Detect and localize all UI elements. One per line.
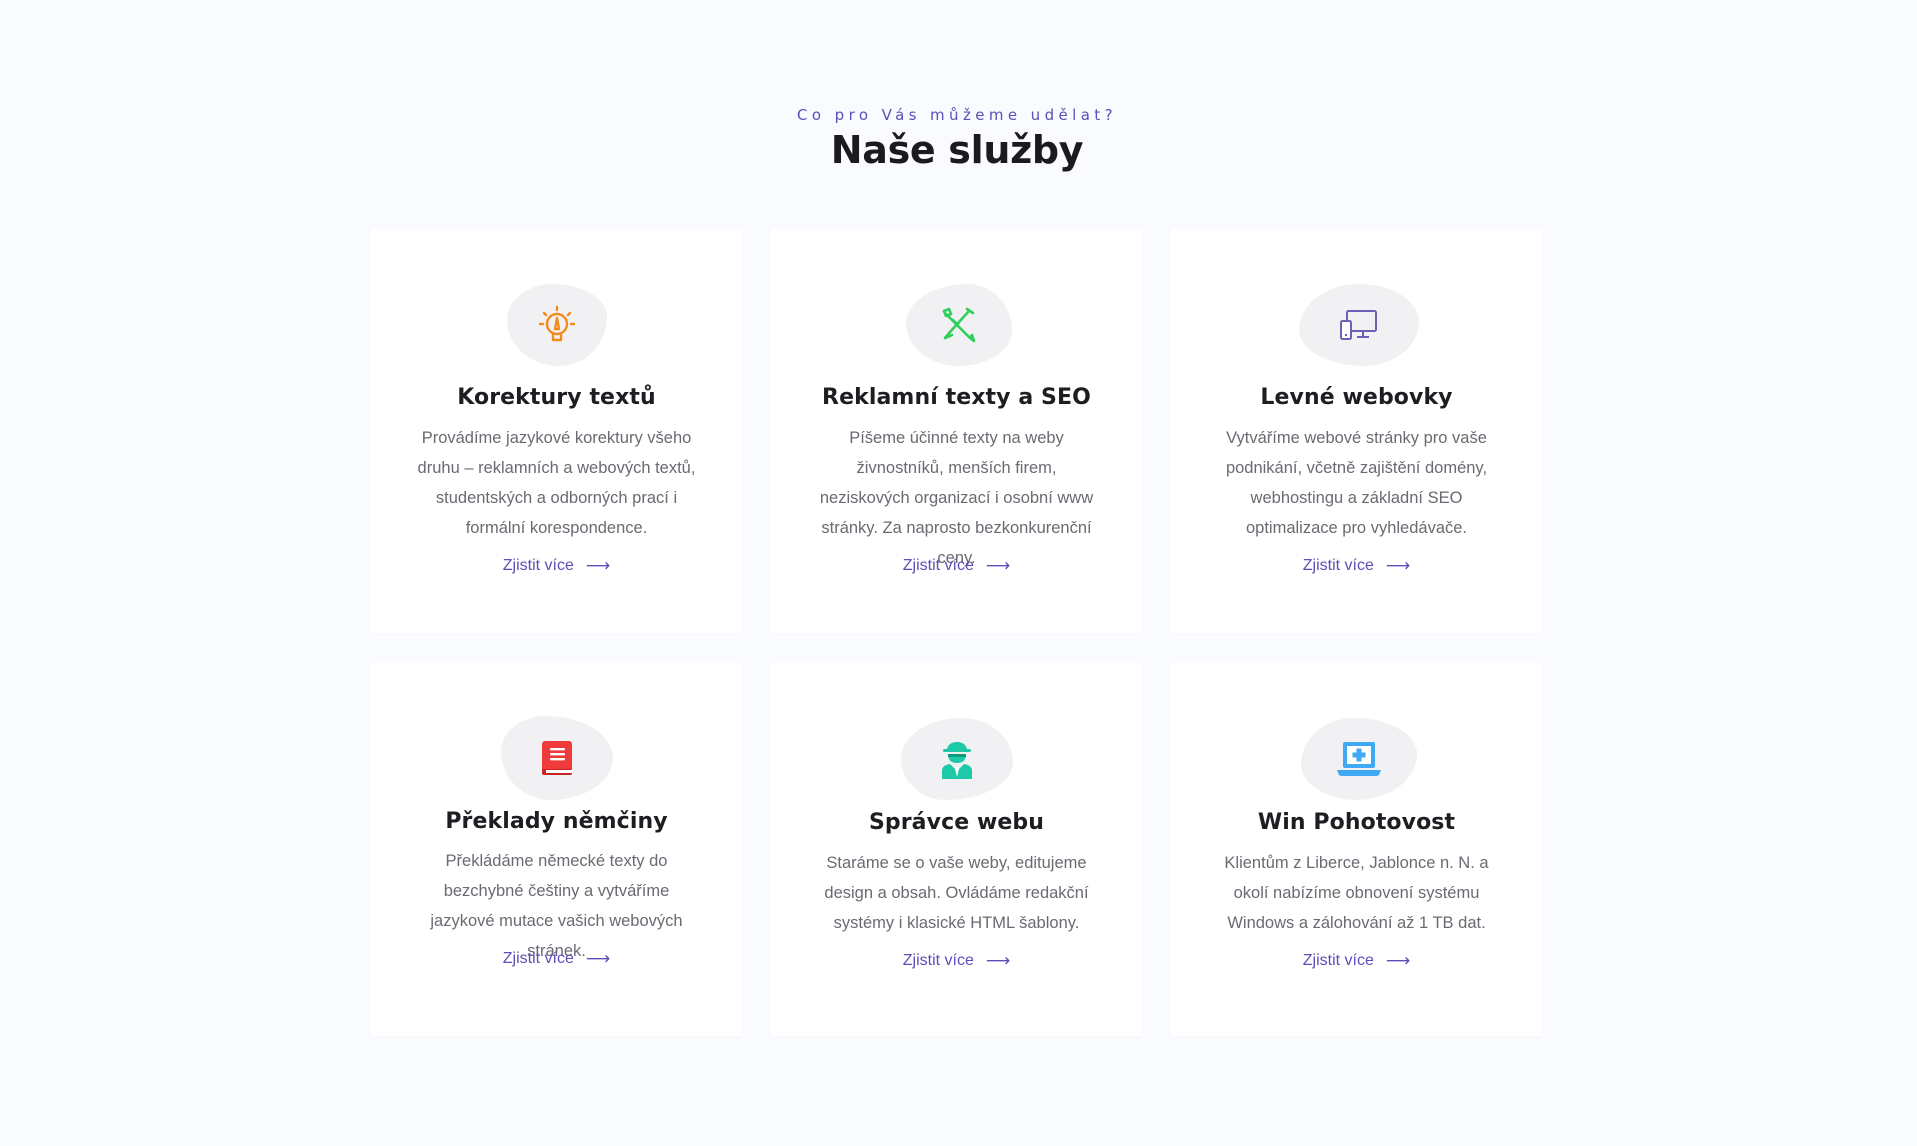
icon-blob xyxy=(506,284,607,366)
card-title: Korektury textů xyxy=(457,385,656,410)
card-description: Vytváříme webové stránky pro vaše podnik… xyxy=(1225,429,1488,537)
lightbulb-pen-icon xyxy=(538,305,576,345)
icon-blob xyxy=(1298,284,1419,366)
services-grid: Korektury textů Provádíme jazykové korek… xyxy=(371,229,1543,1036)
card-title: Levné webovky xyxy=(1260,385,1453,410)
card-description: Klientům z Liberce, Jablonce n. N. a oko… xyxy=(1224,854,1489,932)
learn-more-label[interactable]: Zjistit více xyxy=(1303,557,1374,575)
learn-more-label[interactable]: Zjistit více xyxy=(903,557,974,575)
devices-icon xyxy=(1339,308,1379,342)
service-card-levne-webovky: Levné webovky Vytváříme webové stránky p… xyxy=(1171,229,1542,633)
laptop-medical-icon xyxy=(1336,740,1382,778)
service-card-win-pohotovost: Win Pohotovost Klientům z Liberce, Jablo… xyxy=(1171,663,1542,1036)
service-card-spravce-webu: Správce webu Staráme se o vaše weby, edi… xyxy=(771,663,1142,1036)
learn-more-link[interactable]: Zjistit více ⟶ xyxy=(1171,557,1542,575)
arrow-right-icon: ⟶ xyxy=(985,950,1011,971)
arrow-right-icon: ⟶ xyxy=(585,555,611,576)
spy-agent-icon xyxy=(939,739,975,779)
service-card-preklady: Překlady němčiny Překládáme německé text… xyxy=(371,663,742,1036)
icon-blob xyxy=(1300,718,1417,800)
arrow-right-icon: ⟶ xyxy=(985,555,1011,576)
card-description: Píšeme účinné texty na weby živnostníků,… xyxy=(819,429,1094,567)
arrow-right-icon: ⟶ xyxy=(1385,555,1411,576)
learn-more-link[interactable]: Zjistit více ⟶ xyxy=(771,952,1142,970)
services-section: Co pro Vás můžeme udělat? Naše služby Ko… xyxy=(0,0,1917,1146)
learn-more-label[interactable]: Zjistit více xyxy=(903,952,974,970)
section-title: Naše služby xyxy=(830,128,1084,172)
learn-more-label[interactable]: Zjistit více xyxy=(503,557,574,575)
section-eyebrow: Co pro Vás můžeme udělat? xyxy=(797,106,1117,124)
learn-more-link[interactable]: Zjistit více ⟶ xyxy=(371,557,742,575)
pencil-tools-icon xyxy=(939,305,979,345)
learn-more-link[interactable]: Zjistit více ⟶ xyxy=(371,950,742,968)
icon-blob xyxy=(900,718,1013,800)
card-title: Reklamní texty a SEO xyxy=(822,385,1091,410)
icon-blob xyxy=(905,284,1012,366)
card-title: Win Pohotovost xyxy=(1257,810,1456,835)
card-description: Provádíme jazykové korektury všeho druhu… xyxy=(417,429,696,537)
book-icon xyxy=(540,739,574,777)
learn-more-label[interactable]: Zjistit více xyxy=(1303,952,1374,970)
service-card-korektury: Korektury textů Provádíme jazykové korek… xyxy=(371,229,742,633)
service-card-reklamni-texty: Reklamní texty a SEO Píšeme účinné texty… xyxy=(771,229,1142,633)
learn-more-link[interactable]: Zjistit více ⟶ xyxy=(1171,952,1542,970)
card-title: Správce webu xyxy=(868,810,1045,835)
arrow-right-icon: ⟶ xyxy=(1385,950,1411,971)
arrow-right-icon: ⟶ xyxy=(585,948,611,969)
learn-more-link[interactable]: Zjistit více ⟶ xyxy=(771,557,1142,575)
card-description: Staráme se o vaše weby, editujeme design… xyxy=(824,854,1089,932)
card-title: Překlady němčiny xyxy=(445,809,668,834)
card-description: Překládáme německé texty do bezchybné če… xyxy=(430,852,683,960)
icon-blob xyxy=(500,716,613,800)
learn-more-label[interactable]: Zjistit více xyxy=(503,950,574,968)
